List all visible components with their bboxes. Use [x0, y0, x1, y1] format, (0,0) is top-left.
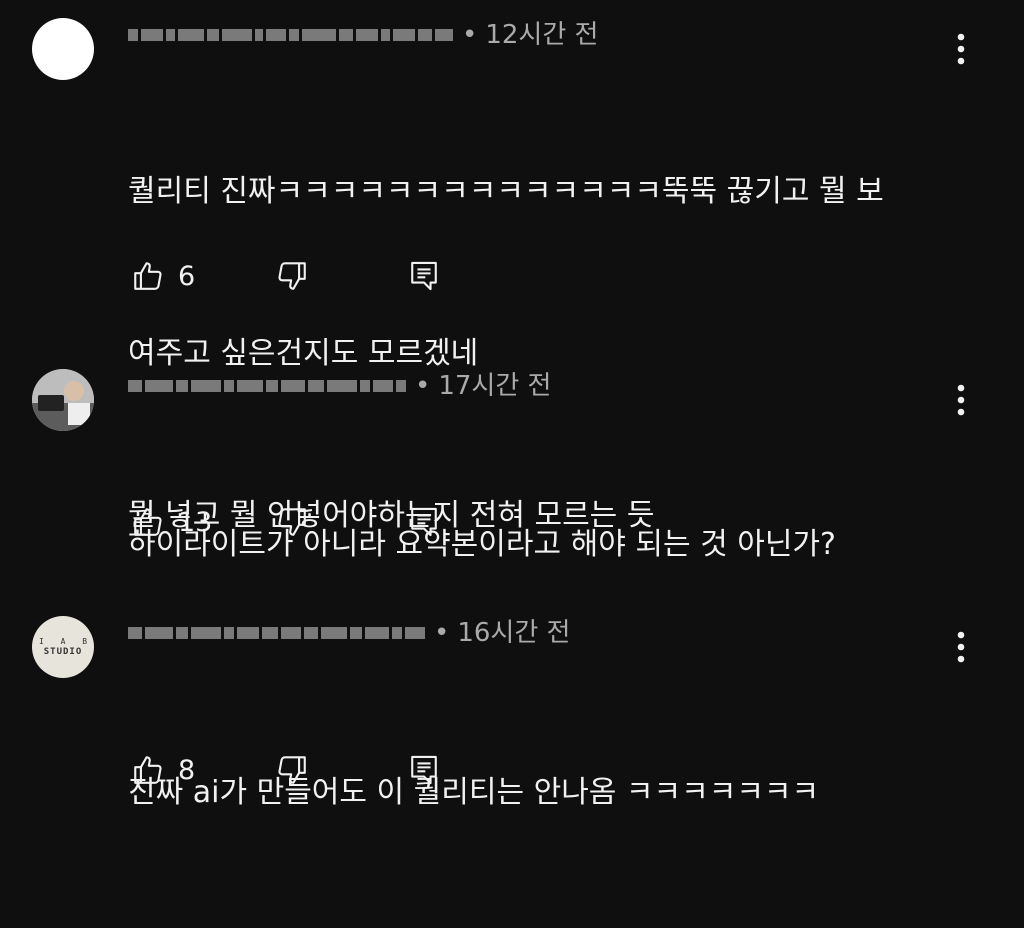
author-handle-blurred[interactable]	[128, 377, 409, 395]
reply-icon	[411, 755, 437, 785]
more-vert-icon	[957, 631, 965, 663]
comment-text-line: 퀄리티 진짜ㅋㅋㅋㅋㅋㅋㅋㅋㅋㅋㅋㅋㅋㅋ뚝뚝 끊기고 뭘 보	[128, 174, 884, 209]
separator-dot: •	[462, 20, 478, 50]
thumb-down-icon	[278, 508, 306, 536]
more-options-button[interactable]	[946, 380, 976, 420]
comment-time[interactable]: 17시간 전	[438, 373, 551, 399]
comment-actions: 13	[128, 502, 437, 542]
thumb-up-icon	[134, 262, 162, 290]
avatar[interactable]: I A B STUDIO	[32, 616, 94, 678]
like-count: 6	[178, 260, 196, 292]
reply-icon	[411, 261, 437, 291]
reply-button[interactable]	[404, 256, 444, 296]
thumb-up-icon	[134, 756, 162, 784]
comment-actions: 8	[128, 750, 437, 790]
comment-meta: • 12시간 전	[128, 19, 598, 51]
reply-button[interactable]	[404, 502, 444, 542]
avatar[interactable]	[32, 369, 94, 431]
more-vert-icon	[957, 33, 965, 65]
like-button[interactable]	[128, 256, 168, 296]
more-options-button[interactable]	[946, 627, 976, 667]
more-vert-icon	[957, 384, 965, 416]
avatar-text: I A B	[38, 636, 94, 646]
dislike-button[interactable]	[272, 750, 312, 790]
like-count: 8	[178, 754, 196, 786]
separator-dot: •	[434, 618, 450, 648]
dislike-button[interactable]	[272, 502, 312, 542]
separator-dot: •	[415, 371, 431, 401]
comment-meta: • 17시간 전	[128, 370, 551, 402]
like-button[interactable]	[128, 502, 168, 542]
comment-text: 진짜 ai가 만들어도 이 퀄리티는 안나옴 ㅋㅋㅋㅋㅋㅋㅋ	[128, 658, 819, 928]
reply-icon	[411, 507, 437, 537]
comment-time[interactable]: 16시간 전	[457, 620, 570, 646]
comment-actions: 6	[128, 256, 437, 296]
like-button[interactable]	[128, 750, 168, 790]
author-handle-blurred[interactable]	[128, 26, 456, 44]
like-count: 13	[178, 506, 213, 538]
comment-text-line: 하이라이트가 아니라 요약본이라고 해야 되는 것 아닌가?	[128, 527, 836, 562]
reply-button[interactable]	[404, 750, 444, 790]
thumb-up-icon	[134, 508, 162, 536]
dislike-button[interactable]	[272, 256, 312, 296]
comment-meta: • 16시간 전	[128, 617, 570, 649]
avatar[interactable]	[32, 18, 94, 80]
comment-time[interactable]: 12시간 전	[485, 22, 598, 48]
comment-text-line: 진짜 ai가 만들어도 이 퀄리티는 안나옴 ㅋㅋㅋㅋㅋㅋㅋ	[128, 775, 820, 810]
thumb-down-icon	[278, 756, 306, 784]
author-handle-blurred[interactable]	[128, 624, 428, 642]
avatar-text: STUDIO	[43, 646, 83, 657]
more-options-button[interactable]	[946, 29, 976, 69]
thumb-down-icon	[278, 262, 306, 290]
